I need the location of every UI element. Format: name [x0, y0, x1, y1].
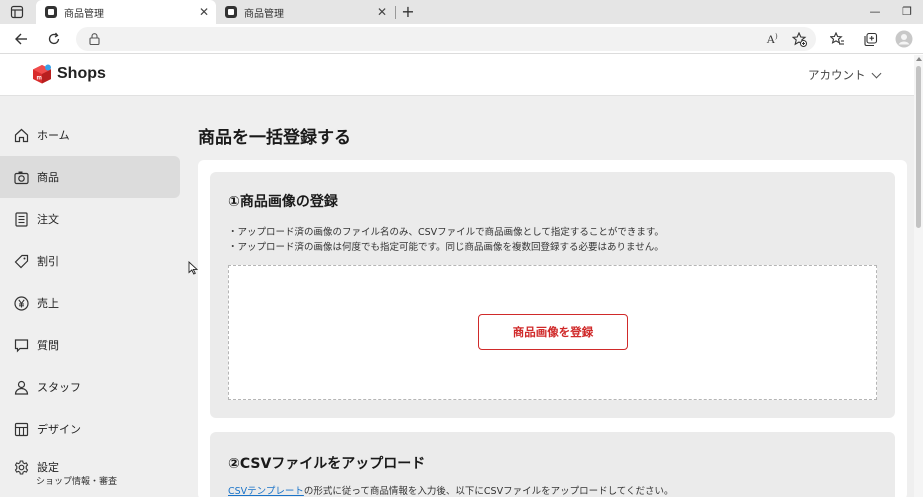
section-description: CSVテンプレートの形式に従って商品情報を入力後、以下にCSVファイルをアップロ… [228, 483, 674, 497]
chat-icon [13, 337, 29, 353]
tab-title: 商品管理 [244, 8, 284, 20]
shops-favicon-icon [45, 6, 57, 18]
sidebar-item-label: 割引 [37, 255, 59, 268]
sidebar-item-settings[interactable]: 設定 ショップ情報・審査 [0, 450, 180, 492]
shops-logo[interactable]: m Shops [32, 64, 106, 84]
sidebar-item-label: スタッフ [37, 381, 81, 394]
person-icon [13, 379, 29, 395]
sidebar-item-label: デザイン [37, 423, 81, 436]
sidebar-item-label: 売上 [37, 297, 59, 310]
csv-template-link[interactable]: CSVテンプレート [228, 486, 304, 497]
sidebar-item-label: 注文 [37, 213, 59, 226]
section-description-text: の形式に従って商品情報を入力後、以下にCSVファイルをアップロードしてください。 [303, 486, 674, 497]
read-aloud-icon: A) [766, 31, 778, 46]
minimize-button[interactable]: — [860, 3, 890, 21]
read-aloud-button[interactable]: A) [762, 29, 782, 49]
shops-favicon-icon [225, 6, 237, 18]
section-note: ・アップロード済の画像のファイル名のみ、CSVファイルで商品画像として指定するこ… [228, 227, 664, 238]
account-menu[interactable]: アカウント [808, 67, 881, 83]
collections-button[interactable] [860, 29, 880, 49]
sidebar-item-label: 商品 [37, 171, 59, 184]
page: m Shops アカウント ホーム 商品 注文 割引 売上 質問 スタッフ デザ… [0, 55, 914, 497]
home-icon [13, 127, 29, 143]
browser-tab-inactive[interactable]: 商品管理 ✕ [216, 0, 394, 24]
image-registration-section: ①商品画像の登録 ・アップロード済の画像のファイル名のみ、CSVファイルで商品画… [210, 172, 895, 418]
sidebar-item-questions[interactable]: 質問 [0, 324, 180, 366]
profile-button[interactable] [894, 29, 914, 49]
avatar-icon [895, 30, 913, 48]
sidebar-item-discounts[interactable]: 割引 [0, 240, 180, 282]
content-card: ①商品画像の登録 ・アップロード済の画像のファイル名のみ、CSVファイルで商品画… [198, 160, 907, 497]
section-title: ②CSVファイルをアップロード [228, 456, 426, 472]
sidebar-item-products[interactable]: 商品 [0, 156, 180, 198]
star-plus-icon [791, 31, 807, 47]
close-tab-icon[interactable]: ✕ [196, 5, 212, 19]
tab-separator [395, 6, 396, 19]
favorites-list-icon [829, 31, 844, 45]
shops-logo-icon: m [33, 64, 51, 84]
tag-icon [13, 253, 29, 269]
list-icon [13, 211, 29, 227]
new-tab-button[interactable]: + [399, 2, 417, 22]
grid-icon [13, 421, 29, 437]
svg-text:m: m [37, 76, 42, 82]
address-bar[interactable] [76, 27, 816, 51]
collections-icon [863, 32, 877, 46]
sidebar-item-design[interactable]: デザイン [0, 408, 180, 450]
camera-icon [13, 169, 29, 185]
section-title: ①商品画像の登録 [228, 194, 338, 210]
reload-icon [48, 32, 60, 45]
mouse-cursor-icon [188, 261, 198, 275]
gear-icon [13, 459, 29, 475]
sidebar-item-label: ホーム [37, 129, 70, 142]
back-button[interactable] [11, 29, 31, 49]
sidebar-item-sales[interactable]: 売上 [0, 282, 180, 324]
yen-icon [13, 295, 29, 311]
close-tab-icon[interactable]: ✕ [374, 5, 390, 19]
sidebar-item-orders[interactable]: 注文 [0, 198, 180, 240]
add-favorite-button[interactable] [789, 29, 809, 49]
register-images-button[interactable]: 商品画像を登録 [478, 314, 628, 350]
account-label: アカウント [808, 68, 866, 82]
csv-upload-section: ②CSVファイルをアップロード CSVテンプレートの形式に従って商品情報を入力後… [210, 432, 895, 497]
sidebar-item-staff[interactable]: スタッフ [0, 366, 180, 408]
back-arrow-icon [15, 33, 27, 45]
tab-actions-icon[interactable] [10, 5, 24, 19]
scrollbar-thumb[interactable] [916, 66, 921, 228]
browser-tab-active[interactable]: 商品管理 ✕ [36, 0, 216, 24]
section-note: ・アップロード済の画像は何度でも指定可能です。同じ商品画像を複数回登録する必要は… [228, 242, 664, 253]
app-header: m Shops アカウント [0, 55, 914, 96]
image-dropzone[interactable]: 商品画像を登録 [228, 265, 877, 400]
restore-button[interactable]: ❐ [892, 3, 922, 21]
tab-title: 商品管理 [64, 8, 104, 20]
browser-tab-strip: 商品管理 ✕ 商品管理 ✕ + — ❐ [0, 0, 923, 24]
reload-button[interactable] [44, 29, 64, 49]
scroll-up-arrow-icon[interactable] [916, 57, 922, 61]
favorites-button[interactable] [827, 29, 847, 49]
sidebar-item-label: 設定 [37, 461, 59, 474]
sidebar-item-sublabel: ショップ情報・審査 [36, 477, 118, 487]
site-info-icon[interactable] [89, 33, 100, 45]
sidebar: ホーム 商品 注文 割引 売上 質問 スタッフ デザイン 設定 ショップ情報・審… [0, 96, 190, 497]
page-title: 商品を一括登録する [198, 128, 351, 148]
chevron-down-icon [871, 68, 881, 78]
browser-toolbar: A) [0, 24, 923, 54]
sidebar-item-label: 質問 [37, 339, 59, 352]
sidebar-item-home[interactable]: ホーム [0, 114, 180, 156]
brand-name: Shops [57, 65, 106, 82]
